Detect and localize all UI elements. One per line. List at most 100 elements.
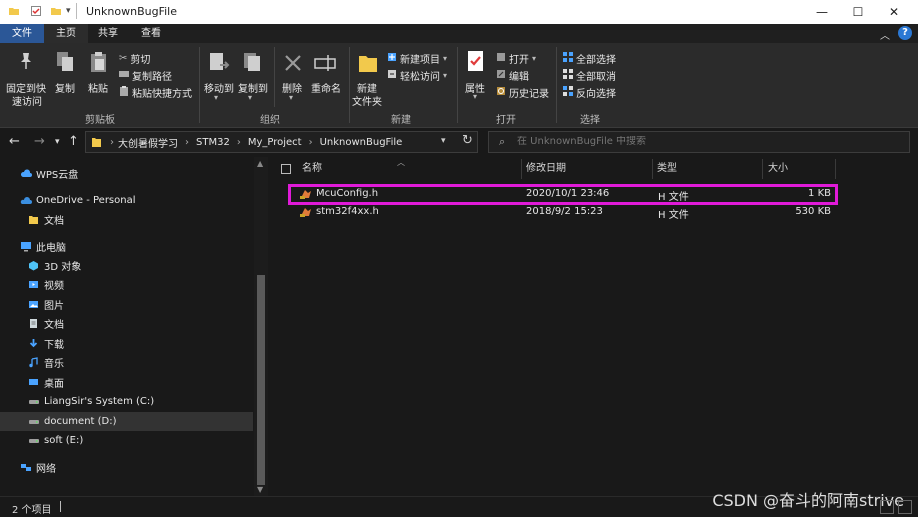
drive-icon	[28, 416, 39, 427]
new-folder-icon[interactable]	[50, 5, 62, 20]
new-item-button[interactable]: 新建项目 ▾	[387, 51, 447, 66]
copy-icon[interactable]	[55, 51, 75, 76]
rename-icon[interactable]	[314, 53, 338, 76]
scroll-up-icon[interactable]: ▲	[257, 159, 263, 168]
nav-item[interactable]: WPS云盘	[0, 164, 253, 183]
nav-item[interactable]: 视频	[0, 275, 253, 294]
ribbon: 固定到快 速访问 复制 粘贴 ✂ 剪切 复制路径 粘贴快捷方式 剪贴板 移动到 …	[0, 43, 918, 128]
copy-button[interactable]: 复制	[55, 80, 75, 95]
back-arrow-icon[interactable]: ←	[9, 134, 20, 149]
breadcrumb-item[interactable]: UnknownBugFile	[320, 137, 403, 148]
new-folder-label-2[interactable]: 文件夹	[352, 93, 382, 108]
close-button[interactable]: ✕	[876, 0, 912, 24]
nav-item[interactable]: soft (E:)	[0, 431, 253, 450]
large-icons-view-icon[interactable]	[898, 500, 912, 514]
nav-item[interactable]: 桌面	[0, 373, 253, 392]
column-divider[interactable]	[521, 159, 522, 179]
help-icon[interactable]: ?	[898, 26, 912, 40]
nav-item[interactable]: 3D 对象	[0, 256, 253, 275]
properties-icon[interactable]	[30, 5, 42, 20]
copy-to-dropdown-icon[interactable]: ▾	[248, 93, 252, 102]
column-header-type[interactable]: 类型	[657, 157, 677, 181]
column-divider[interactable]	[762, 159, 763, 179]
drive-icon	[28, 396, 39, 407]
table-row[interactable]: stm32f4xx.h 2018/9/2 15:23 H 文件 530 KB	[289, 203, 837, 221]
nav-item[interactable]: 文档	[0, 314, 253, 333]
edit-button[interactable]: 编辑	[496, 68, 529, 83]
column-header-size[interactable]: 大小	[768, 157, 788, 181]
column-header-modified[interactable]: 修改日期	[526, 157, 566, 181]
details-view-icon[interactable]	[880, 500, 894, 514]
nav-item[interactable]: 文档	[0, 210, 253, 229]
nav-item[interactable]: 图片	[0, 295, 253, 314]
paste-shortcut-button[interactable]: 粘贴快捷方式	[119, 85, 192, 100]
tab-file[interactable]: 文件	[0, 24, 44, 43]
copy-to-button[interactable]: 复制到	[238, 80, 268, 95]
delete-icon[interactable]	[283, 53, 303, 76]
open-button[interactable]: 打开 ▾	[496, 51, 536, 66]
search-box[interactable]: ⌕	[488, 131, 910, 153]
properties-icon[interactable]	[466, 50, 486, 77]
select-none-button[interactable]: 全部取消	[563, 68, 616, 83]
move-to-dropdown-icon[interactable]: ▾	[214, 93, 218, 102]
invert-selection-button[interactable]: 反向选择	[563, 85, 616, 100]
refresh-icon[interactable]: ↻	[462, 133, 473, 148]
crumb-separator: ›	[110, 136, 114, 148]
watermark: CSDN @奋斗的阿南strive	[712, 491, 904, 510]
invert-selection-icon	[563, 86, 573, 99]
copy-to-icon[interactable]	[242, 51, 264, 76]
scroll-down-icon[interactable]: ▼	[257, 485, 263, 494]
tab-home[interactable]: 主页	[44, 24, 88, 43]
delete-dropdown-icon[interactable]: ▾	[289, 93, 293, 102]
download-icon	[28, 338, 39, 349]
select-all-button[interactable]: 全部选择	[563, 51, 616, 66]
nav-scrollbar[interactable]: ▲ ▼	[254, 157, 268, 496]
organize-group-label: 组织	[260, 115, 280, 126]
tab-view[interactable]: 查看	[130, 24, 172, 43]
select-none-label: 全部取消	[576, 72, 616, 83]
select-all-checkbox[interactable]	[281, 164, 291, 174]
recent-locations-icon[interactable]: ▾	[55, 137, 60, 147]
copy-path-button[interactable]: 复制路径	[119, 68, 172, 83]
breadcrumb-item[interactable]: My_Project	[248, 137, 302, 148]
search-input[interactable]	[517, 136, 897, 147]
collapse-ribbon-icon[interactable]: ︿	[880, 27, 890, 42]
paste-button[interactable]: 粘贴	[88, 80, 108, 95]
breadcrumb-item[interactable]: STM32	[196, 137, 230, 148]
column-divider[interactable]	[652, 159, 653, 179]
maximize-button[interactable]: ☐	[840, 0, 876, 24]
move-to-icon[interactable]	[208, 51, 230, 76]
rename-button[interactable]: 重命名	[311, 80, 341, 95]
breadcrumb-item[interactable]: 大创暑假学习	[118, 135, 178, 150]
properties-dropdown-icon[interactable]: ▾	[473, 92, 477, 101]
crumb-separator: ›	[308, 136, 313, 148]
column-divider[interactable]	[835, 159, 836, 179]
status-divider	[60, 501, 61, 512]
paste-icon[interactable]	[89, 51, 109, 76]
history-button[interactable]: 历史记录	[496, 85, 549, 100]
up-arrow-icon[interactable]: ↑	[68, 134, 79, 149]
nav-item[interactable]: 此电脑	[0, 237, 253, 256]
scroll-thumb[interactable]	[257, 275, 265, 485]
nav-item[interactable]: OneDrive - Personal	[0, 191, 253, 210]
column-header-name[interactable]: 名称	[302, 157, 322, 181]
easy-access-button[interactable]: 轻松访问 ▾	[387, 68, 447, 83]
address-dropdown-icon[interactable]: ▾	[441, 136, 446, 146]
qat-dropdown-icon[interactable]: ▾	[66, 6, 71, 16]
forward-arrow-icon[interactable]: →	[34, 134, 45, 149]
address-bar[interactable]: › 大创暑假学习 › STM32 › My_Project › UnknownB…	[85, 131, 478, 153]
address-bar-row: ← → ▾ ↑ › 大创暑假学习 › STM32 › My_Project › …	[0, 128, 918, 157]
cut-button[interactable]: ✂ 剪切	[119, 51, 150, 66]
nav-item[interactable]: 网络	[0, 458, 253, 477]
nav-item[interactable]: 音乐	[0, 353, 253, 372]
pin-quick-access-label-2[interactable]: 速访问	[12, 93, 42, 108]
move-to-button[interactable]: 移动到	[204, 80, 234, 95]
pin-icon[interactable]	[17, 51, 35, 74]
nav-item[interactable]: LiangSir's System (C:)	[0, 392, 253, 411]
nav-item-label: 网络	[36, 464, 56, 475]
nav-item[interactable]: 下载	[0, 334, 253, 353]
nav-item[interactable]: document (D:)	[0, 412, 253, 431]
new-folder-icon[interactable]	[358, 51, 378, 76]
minimize-button[interactable]: —	[804, 0, 840, 24]
tab-share[interactable]: 共享	[88, 24, 128, 43]
